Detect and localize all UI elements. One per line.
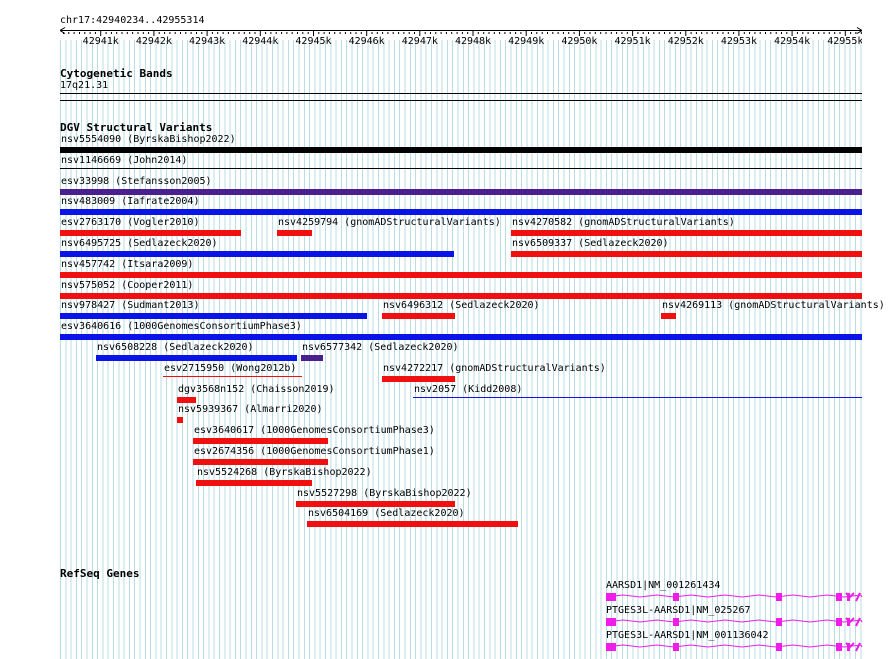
dgv-feature-label[interactable]: nsv6508228 (Sedlazeck2020) [97,342,254,353]
ruler-tick-label: 42947k [402,36,438,47]
dgv-feature-label[interactable]: esv2715950 (Wong2012b) [164,363,296,374]
dgv-feature-bar[interactable] [60,230,241,236]
dgv-feature-bar[interactable] [307,521,518,527]
dgv-feature-label[interactable]: nsv4270582 (gnomADStructuralVariants) [512,217,735,228]
dgv-feature-label[interactable]: nsv2057 (Kidd2008) [414,384,522,395]
ruler-tick-label: 42954k [774,36,810,47]
cytoband-track-title[interactable]: Cytogenetic Bands [60,68,173,80]
dgv-feature-label[interactable]: nsv6509337 (Sedlazeck2020) [512,238,669,249]
dgv-feature-bar[interactable] [511,230,862,236]
dgv-feature-label[interactable]: nsv4269113 (gnomADStructuralVariants) [662,300,885,311]
dgv-feature-label[interactable]: nsv6495725 (Sedlazeck2020) [61,238,218,249]
dgv-feature-label[interactable]: esv33998 (Stefansson2005) [61,176,212,187]
dgv-feature-bar[interactable] [177,417,183,423]
dgv-feature-label[interactable]: nsv5939367 (Almarri2020) [178,404,323,415]
dgv-feature-bar[interactable] [193,438,328,444]
refseq-gene-label[interactable]: AARSD1|NM_001261434 [606,580,720,591]
refseq-gene-label[interactable]: PTGES3L-AARSD1|NM_025267 [606,605,751,616]
dgv-feature-bar[interactable] [661,313,676,319]
ruler-tick-label: 42955k [827,36,862,47]
dgv-feature-bar[interactable] [196,480,312,486]
ruler-tick-label: 42945k [295,36,331,47]
dgv-feature-label[interactable]: nsv483009 (Iafrate2004) [61,196,199,207]
ruler-tick-label: 42942k [136,36,172,47]
dgv-feature-label[interactable]: esv2674356 (1000GenomesConsortiumPhase1) [194,446,435,457]
dgv-feature-bar[interactable] [60,209,862,215]
dgv-feature-label[interactable]: nsv5527298 (ByrskaBishop2022) [297,488,472,499]
dgv-feature-label[interactable]: nsv575052 (Cooper2011) [61,280,193,291]
dgv-feature-label[interactable]: nsv6577342 (Sedlazeck2020) [302,342,459,353]
dgv-feature-label[interactable]: esv2763170 (Vogler2010) [61,217,199,228]
dgv-feature-label[interactable]: nsv4272217 (gnomADStructuralVariants) [383,363,606,374]
dgv-feature-label[interactable]: nsv5524268 (ByrskaBishop2022) [197,467,372,478]
dgv-feature-bar[interactable] [296,501,455,507]
dgv-feature-label[interactable]: nsv1146669 (John2014) [61,155,187,166]
dgv-feature-bar[interactable] [511,251,862,257]
dgv-feature-bar[interactable] [96,355,297,361]
dgv-feature-label[interactable]: esv3640616 (1000GenomesConsortiumPhase3) [61,321,302,332]
ruler-tick-label: 42944k [242,36,278,47]
ruler-tick-label: 42949k [508,36,544,47]
cytoband-label: 17q21.31 [60,80,109,91]
dgv-feature-bar[interactable] [60,251,454,257]
refseq-track-title[interactable]: RefSeq Genes [60,568,139,580]
dgv-feature-bar[interactable] [382,376,455,382]
ruler-tick-label: 42952k [668,36,704,47]
ruler-tick-label: 42951k [615,36,651,47]
dgv-feature-bar[interactable] [60,189,862,195]
dgv-feature-label[interactable]: nsv978427 (Sudmant2013) [61,300,199,311]
dgv-feature-bar[interactable] [382,313,455,319]
dgv-feature-label[interactable]: nsv6504169 (Sedlazeck2020) [308,508,465,519]
dgv-feature-bar[interactable] [60,313,367,319]
cytoband-line[interactable] [60,93,862,94]
coordinate-ruler[interactable]: 42941k 42942k 42943k 42944k 42945k 42946k 4294… [60,20,862,60]
dgv-feature-bar[interactable] [177,397,196,403]
ruler-tick-label: 42950k [561,36,597,47]
dgv-feature-bar[interactable] [301,355,323,361]
dgv-feature-bar[interactable] [60,334,862,340]
dgv-feature-label[interactable]: nsv4259794 (gnomADStructuralVariants) [278,217,501,228]
dgv-feature-bar[interactable] [60,168,862,169]
dgv-feature-label[interactable]: nsv5554090 (ByrskaBishop2022) [61,134,236,145]
cytoband-line-lower [60,100,862,101]
dgv-feature-bar[interactable] [163,376,302,377]
dgv-feature-bar[interactable] [277,230,312,236]
dgv-feature-bar[interactable] [60,293,862,299]
refseq-gene-label[interactable]: PTGES3L-AARSD1|NM_001136042 [606,630,769,641]
ruler-tick-label: 42943k [189,36,225,47]
dgv-feature-label[interactable]: dgv3568n152 (Chaisson2019) [178,384,335,395]
dgv-feature-bar[interactable] [60,272,862,278]
ruler-tick-label: 42941k [83,36,119,47]
dgv-track-title[interactable]: DGV Structural Variants [60,122,212,134]
ruler-tick-label: 42953k [721,36,757,47]
dgv-feature-label[interactable]: nsv457742 (Itsara2009) [61,259,193,270]
ruler-tick-label: 42946k [349,36,385,47]
dgv-feature-bar[interactable] [413,397,862,398]
dgv-feature-bar[interactable] [193,459,328,465]
ruler-tick-label: 42948k [455,36,491,47]
dgv-feature-label[interactable]: esv3640617 (1000GenomesConsortiumPhase3) [194,425,435,436]
dgv-feature-label[interactable]: nsv6496312 (Sedlazeck2020) [383,300,540,311]
dgv-feature-bar[interactable] [60,147,862,153]
